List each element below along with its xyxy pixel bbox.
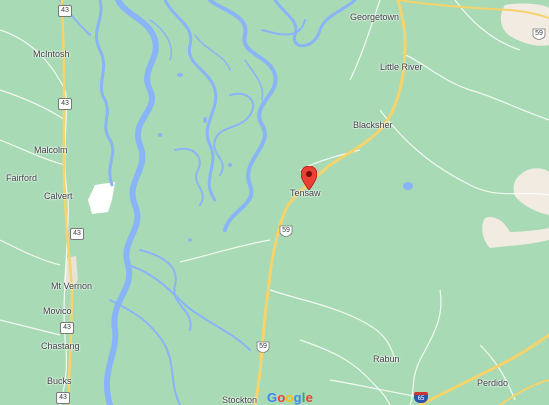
ponds xyxy=(158,73,413,242)
map-canvas[interactable]: Georgetown McIntosh Little River Blacksh… xyxy=(0,0,549,405)
industrial-area xyxy=(88,182,115,214)
place-label-bucks[interactable]: Bucks xyxy=(47,376,72,386)
urban-area xyxy=(482,216,549,248)
place-label-fairford[interactable]: Fairford xyxy=(6,173,37,183)
route-shield-al-43: 43 xyxy=(58,98,72,110)
minor-roads xyxy=(0,0,549,405)
place-label-georgetown[interactable]: Georgetown xyxy=(350,12,399,22)
place-label-movico[interactable]: Movico xyxy=(43,306,72,316)
place-label-stockton[interactable]: Stockton xyxy=(222,395,257,405)
route-shield-us-59: 59 xyxy=(532,28,546,40)
google-logo[interactable]: Google xyxy=(267,390,313,405)
route-shield-us-59: 59 xyxy=(256,341,270,353)
urban-area xyxy=(513,168,549,215)
logo-letter: e xyxy=(305,390,314,405)
logo-letter: o xyxy=(285,390,294,405)
place-label-chastang[interactable]: Chastang xyxy=(41,341,80,351)
map-base-layer xyxy=(0,0,549,405)
place-label-mt-vernon[interactable]: Mt Vernon xyxy=(51,281,92,291)
place-label-mcintosh[interactable]: McIntosh xyxy=(33,49,70,59)
place-label-calvert[interactable]: Calvert xyxy=(44,191,73,201)
place-label-perdido[interactable]: Perdido xyxy=(477,378,508,388)
place-label-rabun[interactable]: Rabun xyxy=(373,354,400,364)
place-label-little-river[interactable]: Little River xyxy=(380,62,423,72)
logo-letter: G xyxy=(267,390,278,405)
route-shield-al-43: 43 xyxy=(60,322,74,334)
place-label-blacksher[interactable]: Blacksher xyxy=(353,120,393,130)
route-shield-i-65: 65 xyxy=(414,392,428,403)
location-pin-icon[interactable] xyxy=(301,166,317,190)
route-shield-al-43: 43 xyxy=(58,5,72,17)
place-label-malcolm[interactable]: Malcolm xyxy=(34,145,68,155)
route-shield-us-59: 59 xyxy=(279,225,293,237)
route-shield-al-43: 43 xyxy=(56,392,70,404)
logo-letter: g xyxy=(293,390,302,405)
route-shield-al-43: 43 xyxy=(70,228,84,240)
